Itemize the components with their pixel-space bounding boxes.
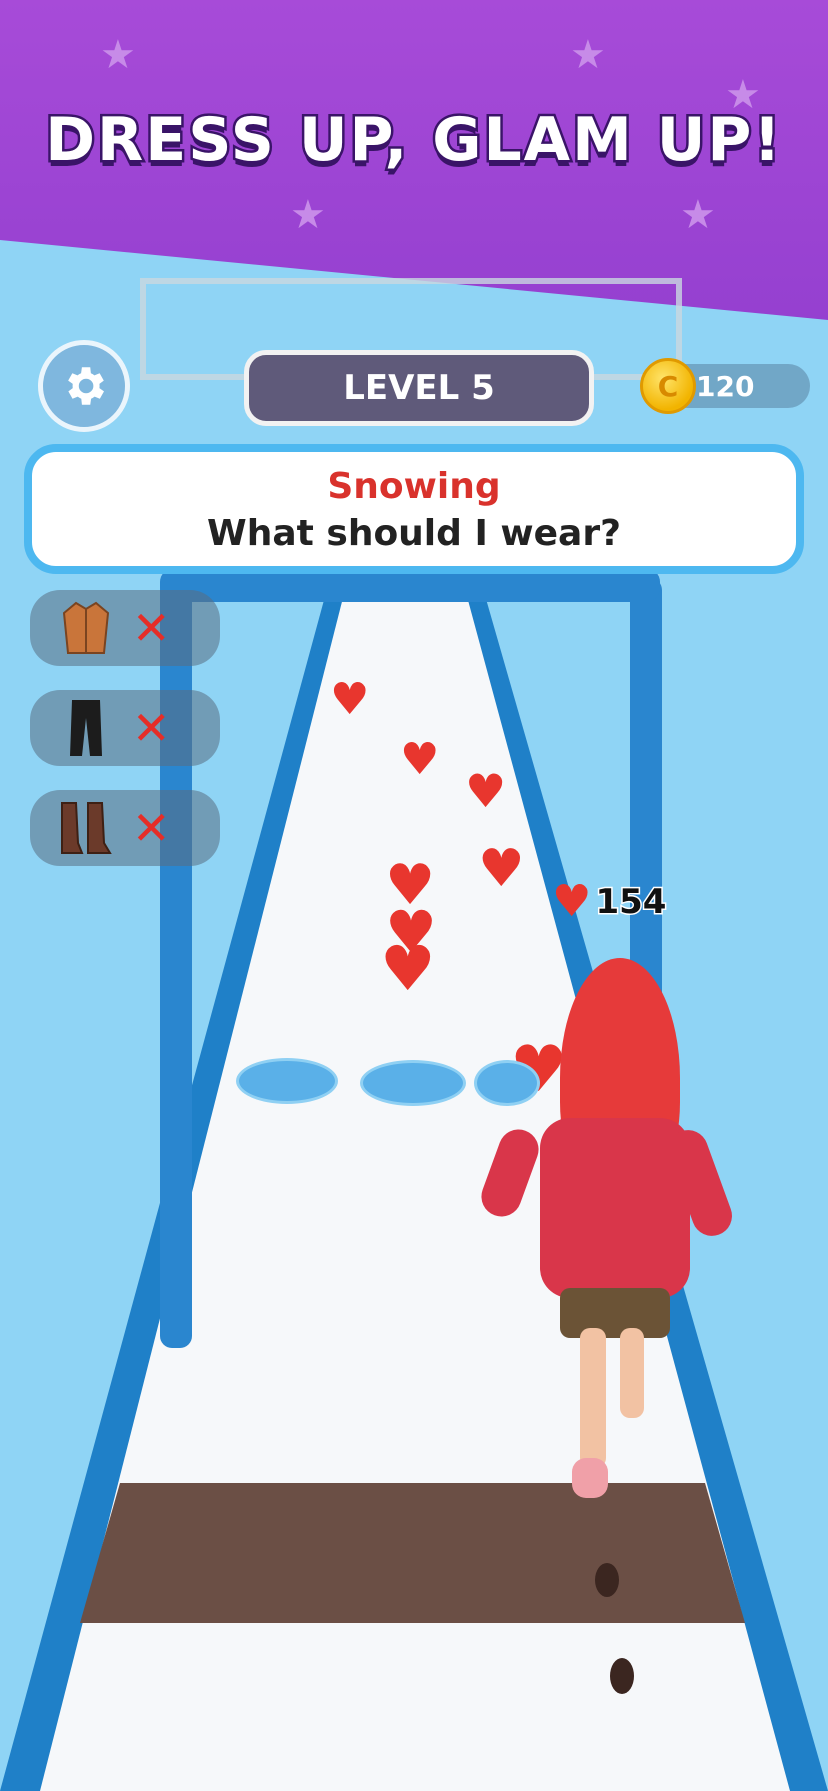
banner-title: DRESS UP, GLAM UP! [43,103,784,178]
heart-icon: ♥ [552,876,592,927]
star-decoration-icon: ★ [570,32,606,78]
outfit-slot-coat: ✕ [30,590,220,666]
weather-label: Snowing [327,466,501,507]
star-decoration-icon: ★ [100,32,136,78]
x-mark-icon: ✕ [132,801,171,855]
heart-collectible-icon: ♥ [380,932,436,1005]
character-skirt [560,1288,670,1338]
outfit-slot-boots: ✕ [30,790,220,866]
weather-prompt-card: Snowing What should I wear? [24,444,804,574]
character-leg [620,1328,644,1418]
heart-collectible-icon: ♥ [465,764,507,818]
coin-count: 120 [696,369,755,403]
gear-icon [68,367,104,405]
level-label: LEVEL 5 [343,368,495,408]
mud-footprint [595,1563,619,1597]
pants-icon [56,698,116,758]
level-indicator: LEVEL 5 [244,350,594,426]
heart-collectible-icon: ♥ [330,674,370,725]
player-character [475,958,740,1738]
star-decoration-icon: ★ [290,192,326,238]
prompt-question: What should I wear? [207,513,621,554]
heart-score: ♥ 154 [552,876,668,927]
water-puddle [360,1060,466,1106]
mud-footprint [610,1658,634,1694]
coat-icon [56,598,116,658]
outfit-slot-pants: ✕ [30,690,220,766]
water-puddle [236,1058,338,1104]
coin-icon: C [640,358,696,414]
x-mark-icon: ✕ [132,701,171,755]
heart-collectible-icon: ♥ [478,839,525,899]
x-mark-icon: ✕ [132,601,171,655]
character-leg [580,1328,606,1468]
heart-collectible-icon: ♥ [400,734,440,785]
boots-icon [56,798,116,858]
character-shoe [572,1458,608,1498]
settings-button[interactable] [38,340,130,432]
heart-score-value: 154 [594,881,668,924]
star-decoration-icon: ★ [680,192,716,238]
